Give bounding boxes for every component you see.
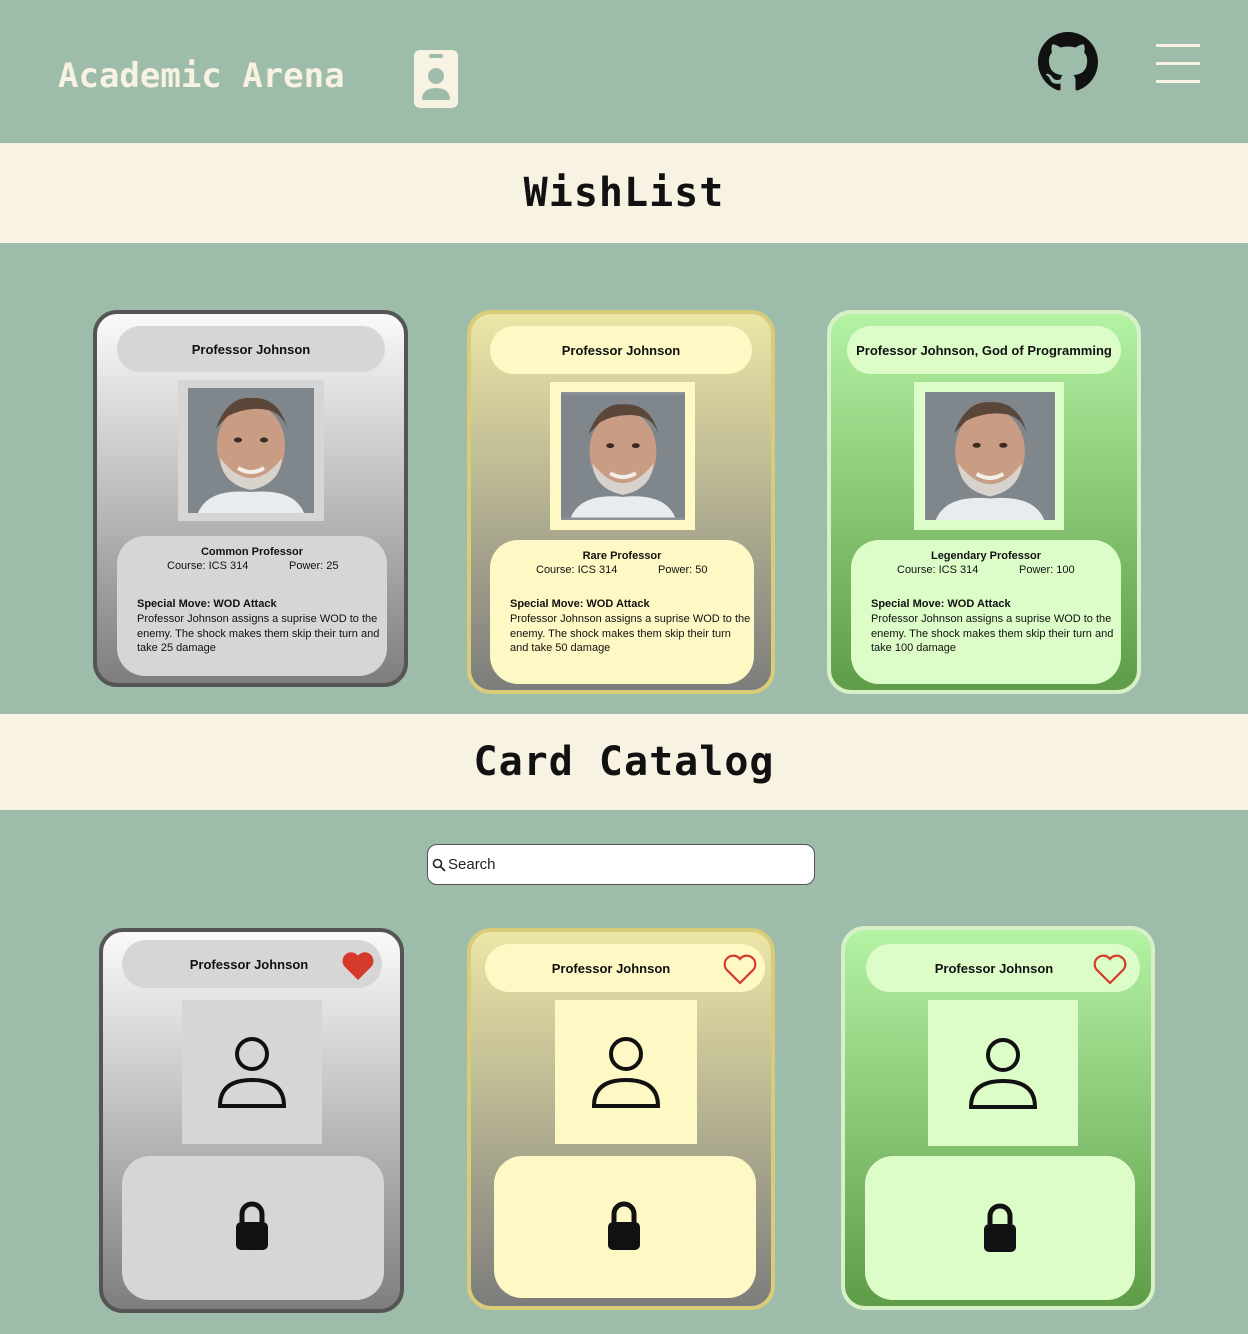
search-icon: [432, 858, 446, 872]
power-label: Power: 25: [289, 560, 339, 572]
card-info: Common Professor Course: ICS 314 Power: …: [117, 536, 387, 676]
photo-frame: [178, 380, 324, 521]
card-name-label: Professor Johnson: [934, 960, 1054, 976]
catalog-header: Card Catalog: [0, 714, 1248, 810]
wishlist-card-rare[interactable]: Professor Johnson Rare Professor Course:…: [467, 310, 775, 694]
heart-outline-icon[interactable]: [1093, 954, 1127, 986]
hamburger-menu-icon[interactable]: [1154, 42, 1202, 86]
card-name: Professor Johnson: [117, 326, 385, 372]
catalog-card-common[interactable]: Professor Johnson: [99, 928, 404, 1313]
special-move-title: Special Move: WOD Attack: [510, 598, 650, 610]
rarity-label: Common Professor: [200, 546, 304, 558]
locked-info-panel: [494, 1156, 756, 1298]
wishlist-card-legendary[interactable]: Professor Johnson, God of Programming Le…: [827, 310, 1141, 694]
course-label: Course: ICS 314: [897, 564, 979, 576]
course-label: Course: ICS 314: [536, 564, 618, 576]
lock-icon: [608, 1201, 640, 1250]
card-name-label: Professor Johnson: [189, 956, 309, 972]
heart-filled-icon[interactable]: [341, 950, 375, 982]
wishlist-header: WishList: [0, 143, 1248, 243]
card-name-label: Professor Johnson: [551, 960, 671, 976]
search-placeholder: Search: [448, 856, 496, 873]
locked-avatar-frame: [555, 1000, 697, 1144]
locked-avatar-frame: [182, 1000, 322, 1144]
search-input[interactable]: Search: [427, 844, 815, 885]
user-placeholder-icon: [217, 1037, 287, 1108]
heart-outline-icon[interactable]: [723, 954, 757, 986]
wishlist-title: WishList: [523, 170, 725, 216]
top-nav: Academic Arena: [0, 0, 1248, 143]
card-name: Professor Johnson, God of Programming: [847, 326, 1121, 374]
id-badge-icon[interactable]: [412, 48, 460, 110]
locked-info-panel: [122, 1156, 384, 1300]
photo-frame: [914, 382, 1064, 530]
card-info: Rare Professor Course: ICS 314 Power: 50…: [490, 540, 754, 684]
app-brand[interactable]: Academic Arena: [58, 56, 345, 96]
wishlist-card-common[interactable]: Professor Johnson Common Professor Cours…: [93, 310, 408, 687]
locked-info-panel: [865, 1156, 1135, 1300]
card-info: Legendary Professor Course: ICS 314 Powe…: [851, 540, 1121, 684]
lock-icon: [236, 1201, 268, 1250]
special-move-desc: Professor Johnson assigns a suprise WOD …: [137, 613, 380, 654]
card-name: Professor Johnson: [490, 326, 752, 374]
lock-icon: [984, 1203, 1016, 1252]
special-move-title: Special Move: WOD Attack: [137, 598, 277, 610]
course-label: Course: ICS 314: [167, 560, 249, 572]
user-placeholder-icon: [968, 1038, 1038, 1109]
github-icon[interactable]: [1038, 32, 1098, 92]
special-move-title: Special Move: WOD Attack: [871, 598, 1011, 610]
catalog-card-legendary[interactable]: Professor Johnson: [841, 926, 1155, 1310]
rarity-label: Rare Professor: [582, 550, 662, 562]
professor-photo: [561, 392, 685, 520]
professor-photo: [188, 388, 314, 513]
rarity-label: Legendary Professor: [930, 550, 1042, 562]
catalog-card-rare[interactable]: Professor Johnson: [467, 928, 775, 1310]
catalog-title: Card Catalog: [473, 739, 775, 785]
special-move-desc: Professor Johnson assigns a suprise WOD …: [871, 613, 1114, 654]
power-label: Power: 100: [1019, 564, 1075, 576]
photo-frame: [550, 382, 695, 530]
power-label: Power: 50: [658, 564, 708, 576]
professor-photo: [925, 392, 1055, 520]
user-placeholder-icon: [591, 1037, 661, 1108]
locked-avatar-frame: [928, 1000, 1078, 1146]
special-move-desc: Professor Johnson assigns a suprise WOD …: [510, 613, 751, 654]
